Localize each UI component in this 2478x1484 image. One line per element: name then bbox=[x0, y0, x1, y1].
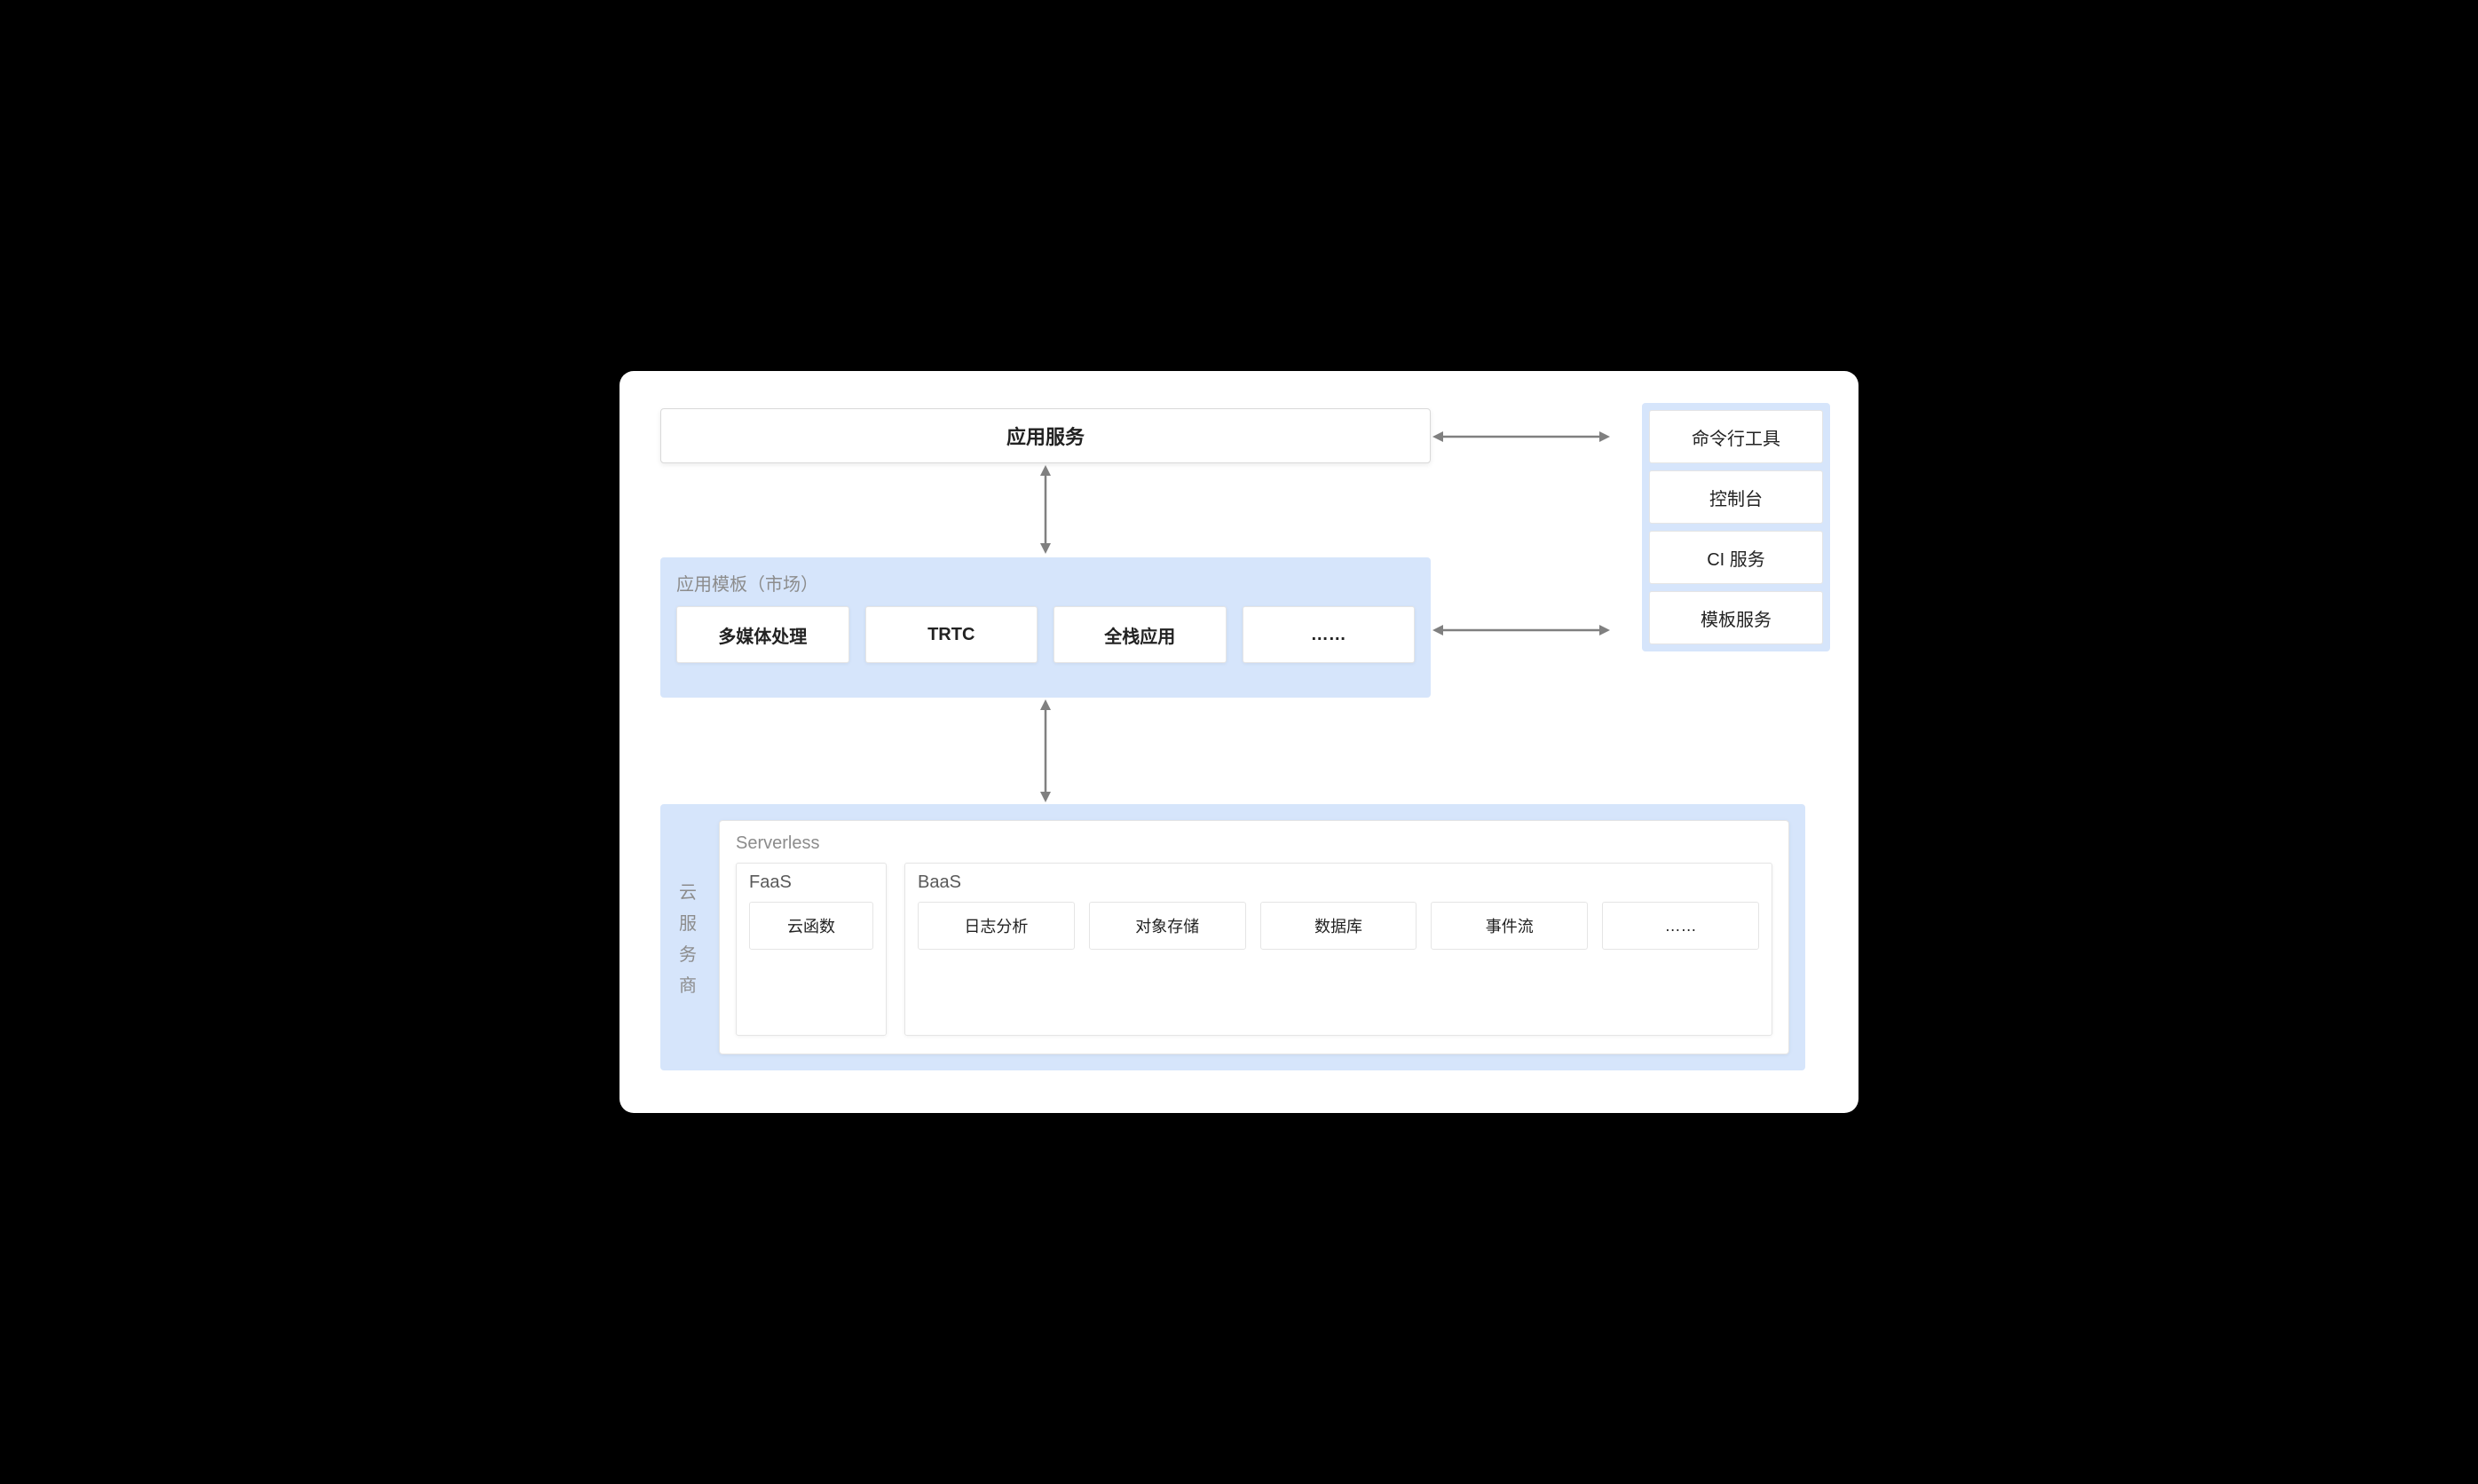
tool-console: 控制台 bbox=[1649, 470, 1823, 524]
faas-box: FaaS 云函数 bbox=[736, 863, 887, 1036]
baas-storage: 对象存储 bbox=[1089, 902, 1246, 950]
template-more: …… bbox=[1243, 606, 1416, 663]
architecture-diagram: 应用服务 命令行工具 控制台 CI 服务 模板服务 应用模板（市场） 多媒体处理… bbox=[620, 371, 1858, 1113]
tool-cli: 命令行工具 bbox=[1649, 410, 1823, 463]
arrow-templates-to-cloud bbox=[1035, 699, 1056, 802]
serverless-label: Serverless bbox=[736, 833, 1772, 854]
baas-box: BaaS 日志分析 对象存储 数据库 事件流 …… bbox=[904, 863, 1772, 1036]
faas-cloud-function: 云函数 bbox=[749, 902, 873, 950]
serverless-box: Serverless FaaS 云函数 BaaS 日志分析 对象存储 数据库 事… bbox=[719, 820, 1789, 1054]
baas-events: 事件流 bbox=[1431, 902, 1588, 950]
tools-panel: 命令行工具 控制台 CI 服务 模板服务 bbox=[1642, 403, 1830, 651]
baas-more: …… bbox=[1602, 902, 1759, 950]
template-multimedia: 多媒体处理 bbox=[676, 606, 849, 663]
templates-label: 应用模板（市场） bbox=[676, 570, 1415, 596]
app-service-box: 应用服务 bbox=[660, 408, 1431, 463]
tool-template: 模板服务 bbox=[1649, 591, 1823, 644]
app-service-label: 应用服务 bbox=[1006, 422, 1085, 450]
baas-db: 数据库 bbox=[1260, 902, 1417, 950]
faas-items: 云函数 bbox=[749, 902, 873, 1021]
faas-baas-row: FaaS 云函数 BaaS 日志分析 对象存储 数据库 事件流 …… bbox=[736, 863, 1772, 1036]
template-trtc: TRTC bbox=[865, 606, 1038, 663]
arrow-templates-to-tools bbox=[1432, 620, 1610, 641]
templates-panel: 应用模板（市场） 多媒体处理 TRTC 全栈应用 …… bbox=[660, 557, 1431, 698]
template-fullstack: 全栈应用 bbox=[1054, 606, 1227, 663]
cloud-vendor-panel: 云服务商 Serverless FaaS 云函数 BaaS 日志分析 对象存储 … bbox=[660, 804, 1805, 1070]
arrow-app-to-tools bbox=[1432, 426, 1610, 447]
faas-label: FaaS bbox=[749, 872, 873, 893]
tool-ci: CI 服务 bbox=[1649, 531, 1823, 584]
arrow-app-to-templates bbox=[1035, 465, 1056, 554]
templates-row: 多媒体处理 TRTC 全栈应用 …… bbox=[676, 606, 1415, 663]
cloud-vendor-label: 云服务商 bbox=[676, 820, 699, 1054]
baas-label: BaaS bbox=[918, 872, 1759, 893]
baas-log: 日志分析 bbox=[918, 902, 1075, 950]
baas-items: 日志分析 对象存储 数据库 事件流 …… bbox=[918, 902, 1759, 1021]
